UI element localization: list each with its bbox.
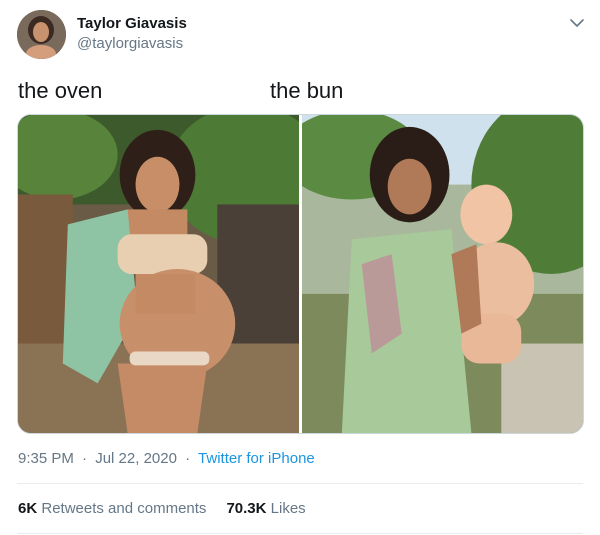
tweet-caption-left: the oven	[18, 78, 103, 103]
retweets-count: 6K	[18, 500, 38, 517]
meta-separator: ·	[82, 450, 88, 467]
photo-right[interactable]	[302, 115, 583, 433]
chevron-down-icon[interactable]	[568, 14, 586, 32]
avatar-image	[17, 10, 66, 59]
tweet-card: Taylor Giavasis @taylorgiavasis the oven…	[0, 0, 600, 535]
avatar[interactable]	[17, 10, 66, 59]
user-handle[interactable]: @taylorgiavasis	[77, 35, 183, 52]
tweet-time[interactable]: 9:35 PM	[18, 450, 74, 467]
tweet-stats: 6K Retweets and comments 70.3K Likes	[18, 500, 306, 517]
tweet-source-link[interactable]: Twitter for iPhone	[198, 450, 315, 467]
tweet-caption-right: the bun	[270, 78, 344, 103]
display-name[interactable]: Taylor Giavasis	[77, 15, 187, 32]
likes-stat[interactable]: 70.3K Likes	[226, 500, 305, 517]
divider	[17, 483, 583, 484]
photo-left[interactable]	[18, 115, 299, 433]
retweets-label: Retweets and comments	[41, 500, 207, 517]
likes-count: 70.3K	[226, 500, 267, 517]
meta-separator: ·	[185, 450, 191, 467]
tweet-date[interactable]: Jul 22, 2020	[95, 450, 177, 467]
likes-label: Likes	[270, 500, 306, 517]
tweet-meta: 9:35 PM · Jul 22, 2020 · Twitter for iPh…	[18, 450, 315, 467]
retweets-stat[interactable]: 6K Retweets and comments	[18, 500, 206, 517]
media-grid	[17, 114, 584, 434]
divider	[17, 533, 583, 534]
